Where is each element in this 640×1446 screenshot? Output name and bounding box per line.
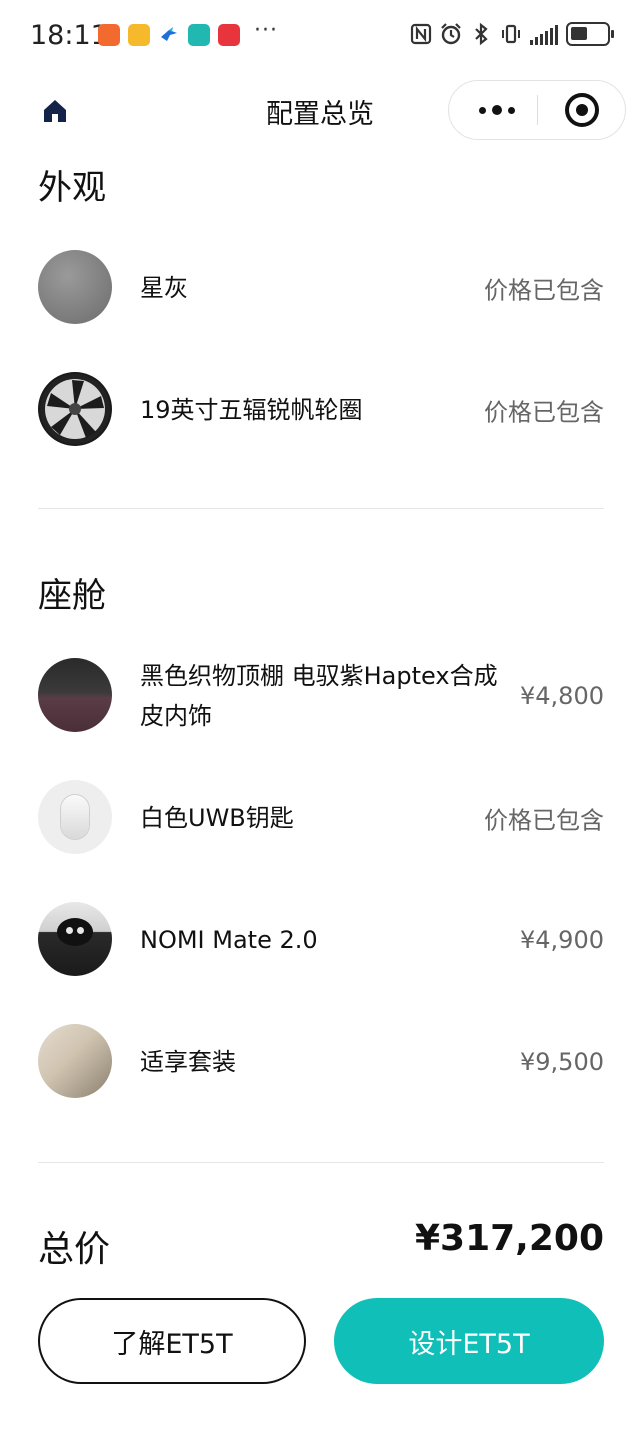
key-icon — [61, 795, 89, 839]
signal-strength-icon — [530, 23, 558, 45]
section-divider — [38, 1162, 604, 1163]
item-name: NOMI Mate 2.0 — [140, 926, 318, 954]
nio-notification-icon — [188, 24, 210, 46]
total-price: ¥317,200 — [414, 1218, 604, 1259]
config-item: NOMI Mate 2.0 ¥4,900 — [38, 902, 604, 978]
section-title-exterior: 外观 — [38, 168, 106, 208]
item-price: ¥9,500 — [520, 1048, 604, 1076]
item-name: 白色UWB钥匙 — [140, 804, 294, 832]
notification-icons — [98, 24, 240, 46]
nomi-icon — [57, 918, 93, 946]
item-name: 19英寸五辐锐帆轮圈 — [140, 396, 363, 424]
config-item: 星灰 价格已包含 — [38, 250, 604, 326]
nfc-icon — [410, 23, 432, 45]
key-thumbnail — [38, 780, 112, 854]
vibrate-icon — [502, 24, 520, 44]
status-time: 18:11 — [30, 20, 108, 51]
mail-notification-icon — [128, 24, 150, 46]
item-price: ¥4,800 — [520, 682, 604, 710]
section-title-cabin: 座舱 — [38, 576, 106, 616]
total-label: 总价 — [38, 1229, 111, 1270]
item-name: 适享套装 — [140, 1048, 236, 1076]
more-dot-icon — [492, 105, 502, 115]
wheel-thumbnail — [38, 372, 112, 446]
app-notification-icon — [98, 24, 120, 46]
seat-package-thumbnail — [38, 1024, 112, 1098]
config-item: 19英寸五辐锐帆轮圈 价格已包含 — [38, 372, 604, 448]
item-price: 价格已包含 — [484, 398, 604, 427]
interior-thumbnail — [38, 658, 112, 732]
more-dot-icon — [508, 106, 515, 114]
config-item: 适享套装 ¥9,500 — [38, 1024, 604, 1100]
battery-icon — [566, 22, 614, 46]
more-dot-icon — [479, 106, 486, 114]
config-item: 白色UWB钥匙 价格已包含 — [38, 780, 604, 856]
design-et5t-button[interactable]: 设计ET5T — [334, 1298, 604, 1384]
item-price: 价格已包含 — [484, 806, 604, 835]
store-notification-icon — [218, 24, 240, 46]
more-options-button[interactable] — [459, 81, 535, 139]
capsule-divider — [537, 95, 538, 125]
item-name: 黑色织物顶棚 电驭紫Haptex合成皮内饰 — [140, 662, 498, 730]
status-indicators — [410, 22, 614, 46]
color-swatch-star-gray — [38, 250, 112, 324]
item-price: 价格已包含 — [484, 276, 604, 305]
status-bar: 18:11 ··· — [0, 0, 640, 72]
nomi-thumbnail — [38, 902, 112, 976]
bluetooth-icon — [475, 22, 488, 46]
alarm-icon — [441, 23, 461, 45]
more-notifications-icon: ··· — [254, 18, 278, 43]
section-divider — [38, 508, 604, 509]
item-name: 星灰 — [140, 274, 188, 302]
config-item: 黑色织物顶棚 电驭紫Haptex合成皮内饰 ¥4,800 — [38, 658, 604, 734]
miniprogram-capsule — [448, 80, 626, 140]
close-miniprogram-button[interactable] — [565, 93, 599, 127]
bird-notification-icon — [158, 24, 180, 46]
item-price: ¥4,900 — [520, 926, 604, 954]
learn-et5t-button[interactable]: 了解ET5T — [38, 1298, 306, 1384]
